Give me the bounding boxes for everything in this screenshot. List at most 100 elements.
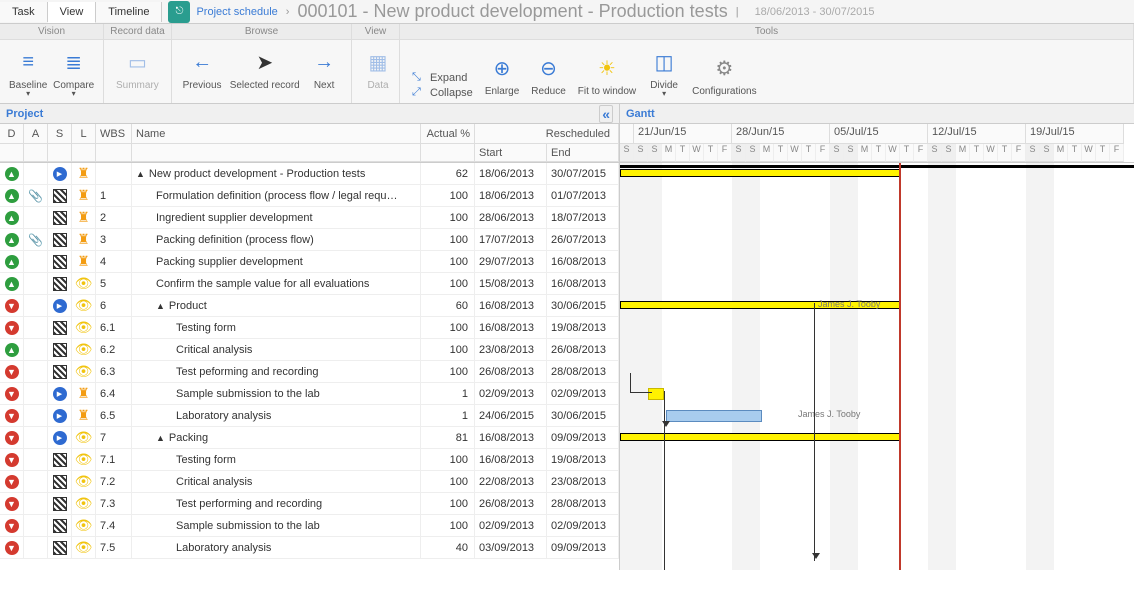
- breadcrumb-title: 000101 - New product development - Produ…: [297, 1, 727, 22]
- previous-button[interactable]: ←Previous: [178, 44, 226, 93]
- configurations-button[interactable]: ⚙Configurations: [686, 50, 762, 99]
- tree-toggle-icon[interactable]: ▲: [156, 433, 165, 443]
- gantt-day: W: [886, 144, 900, 162]
- today-line: [899, 163, 901, 570]
- collapse-button[interactable]: ⤢Collapse: [412, 86, 473, 99]
- gantt-day: S: [942, 144, 956, 162]
- tree-toggle-icon[interactable]: ▲: [156, 301, 165, 311]
- reduce-button[interactable]: ⊖Reduce: [525, 50, 571, 99]
- gantt-week: 05/Jul/15: [830, 124, 928, 144]
- table-row[interactable]: ▲♜4Packing supplier development10029/07/…: [0, 251, 619, 273]
- ribbon-group-view: View ▦Data: [352, 24, 400, 103]
- gantt-bar-summary-main[interactable]: [620, 169, 900, 177]
- gantt-day: S: [1026, 144, 1040, 162]
- gantt-day: S: [746, 144, 760, 162]
- table-row[interactable]: ▼👁7.3Test performing and recording10026/…: [0, 493, 619, 515]
- col-end[interactable]: End: [547, 144, 619, 162]
- breadcrumb-root[interactable]: Project schedule: [196, 6, 277, 18]
- eye-icon: 👁: [75, 451, 93, 468]
- col-actual[interactable]: Actual %: [421, 124, 475, 144]
- table-row[interactable]: ▲📎♜1Formulation definition (process flow…: [0, 185, 619, 207]
- table-row[interactable]: ▼👁7.2Critical analysis10022/08/201323/08…: [0, 471, 619, 493]
- col-d[interactable]: D: [0, 124, 24, 144]
- schedule-icon: ⎋: [168, 1, 190, 23]
- task-name: Critical analysis: [176, 476, 252, 488]
- fit-icon: ☀: [591, 52, 623, 84]
- checkered-flag-icon: [53, 343, 67, 357]
- status-down-icon: ▼: [5, 541, 19, 555]
- dependency-vline: [664, 391, 665, 570]
- table-row[interactable]: ▼👁6▲Product6016/08/201330/06/2015: [0, 295, 619, 317]
- gantt-day: S: [648, 144, 662, 162]
- compare-button[interactable]: ≣Compare▾: [50, 44, 97, 99]
- divide-button[interactable]: ◫Divide▾: [642, 44, 686, 99]
- gantt-weeks: 21/Jun/1528/Jun/1505/Jul/1512/Jul/1519/J…: [620, 124, 1134, 144]
- table-row[interactable]: ▼👁7▲Packing8116/08/201309/09/2013: [0, 427, 619, 449]
- task-name: Testing form: [176, 322, 236, 334]
- col-s[interactable]: S: [48, 124, 72, 144]
- gantt-day: F: [816, 144, 830, 162]
- tab-task[interactable]: Task: [0, 2, 48, 22]
- table-row[interactable]: ▼👁7.5Laboratory analysis4003/09/201309/0…: [0, 537, 619, 559]
- table-row[interactable]: ▲♜2Ingredient supplier development10028/…: [0, 207, 619, 229]
- tree-toggle-icon[interactable]: ▲: [136, 169, 145, 179]
- col-a[interactable]: A: [24, 124, 48, 144]
- gantt-panel: Gantt 21/Jun/1528/Jun/1505/Jul/1512/Jul/…: [620, 104, 1134, 570]
- table-row[interactable]: ▲📎♜3Packing definition (process flow)100…: [0, 229, 619, 251]
- breadcrumb: Project schedule › 000101 - New product …: [196, 1, 874, 22]
- col-start[interactable]: Start: [475, 144, 547, 162]
- task-name: Packing definition (process flow): [156, 234, 314, 246]
- gantt-day: S: [634, 144, 648, 162]
- checkered-flag-icon: [53, 497, 67, 511]
- table-row[interactable]: ▼👁7.4Sample submission to the lab10002/0…: [0, 515, 619, 537]
- gantt-resource-label-2: James J. Tooby: [798, 409, 860, 419]
- gantt-day: S: [1040, 144, 1054, 162]
- tab-timeline[interactable]: Timeline: [96, 2, 162, 22]
- gantt-bar-lab[interactable]: [666, 410, 762, 422]
- enlarge-button[interactable]: ⊕Enlarge: [479, 50, 525, 99]
- table-row[interactable]: ▼👁7.1Testing form10016/08/201319/08/2013: [0, 449, 619, 471]
- status-up-icon: ▲: [5, 189, 19, 203]
- tab-view[interactable]: View: [48, 2, 97, 23]
- task-name: Product: [169, 300, 207, 312]
- col-l[interactable]: L: [72, 124, 96, 144]
- eye-icon: 👁: [75, 539, 93, 556]
- ribbon-group-tools: Tools ⤡Expand ⤢Collapse ⊕Enlarge ⊖Reduce…: [400, 24, 1134, 103]
- table-row[interactable]: ▲♜▲New product development - Production …: [0, 163, 619, 185]
- play-icon: [53, 387, 67, 401]
- col-rescheduled[interactable]: Rescheduled: [475, 124, 619, 144]
- task-name: Formulation definition (process flow / l…: [156, 190, 398, 202]
- selected-record-button[interactable]: ➤Selected record: [226, 44, 303, 93]
- col-wbs[interactable]: WBS: [96, 124, 132, 144]
- table-row[interactable]: ▼👁6.3Test peforming and recording10026/0…: [0, 361, 619, 383]
- fit-window-button[interactable]: ☀Fit to window: [572, 50, 642, 99]
- table-row[interactable]: ▲👁5Confirm the sample value for all eval…: [0, 273, 619, 295]
- col-name[interactable]: Name: [132, 124, 421, 144]
- next-button[interactable]: →Next: [303, 44, 345, 93]
- status-down-icon: ▼: [5, 409, 19, 423]
- gantt-bar-summary-packing[interactable]: [620, 433, 900, 441]
- status-up-icon: ▲: [5, 277, 19, 291]
- table-row[interactable]: ▼♜6.4Sample submission to the lab102/09/…: [0, 383, 619, 405]
- table-row[interactable]: ▲👁6.2Critical analysis10023/08/201326/08…: [0, 339, 619, 361]
- gantt-body[interactable]: James J. Tooby James J. Tooby: [620, 163, 1134, 570]
- status-down-icon: ▼: [5, 387, 19, 401]
- table-row[interactable]: ▼👁6.1Testing form10016/08/201319/08/2013: [0, 317, 619, 339]
- arrow-right-icon: →: [308, 46, 340, 78]
- status-up-icon: ▲: [5, 255, 19, 269]
- ribbon-group-title: Record data: [104, 24, 171, 40]
- task-name: Confirm the sample value for all evaluat…: [156, 278, 369, 290]
- gantt-day: F: [1110, 144, 1124, 162]
- project-panel-title: Project: [6, 108, 43, 120]
- collapse-icon: ⤢: [412, 86, 426, 99]
- baseline-button[interactable]: ≡Baseline▾: [6, 44, 50, 99]
- table-row[interactable]: ▼♜6.5Laboratory analysis124/06/201530/06…: [0, 405, 619, 427]
- resource-icon: ♜: [77, 187, 90, 204]
- ribbon: Vision ≡Baseline▾ ≣Compare▾ Record data …: [0, 24, 1134, 104]
- breadcrumb-sep: ›: [286, 6, 290, 18]
- expand-button[interactable]: ⤡Expand: [412, 71, 473, 84]
- zoom-in-icon: ⊕: [486, 52, 518, 84]
- expand-icon: ⤡: [412, 71, 426, 84]
- play-icon: [53, 167, 67, 181]
- collapse-panel-button[interactable]: «: [599, 105, 613, 123]
